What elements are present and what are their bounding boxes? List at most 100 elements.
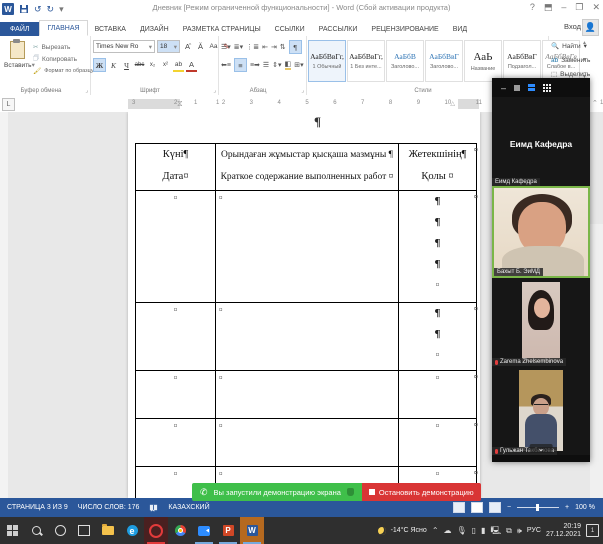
increase-indent-button[interactable]: ⇥ — [271, 43, 277, 51]
file-explorer-button[interactable] — [96, 517, 120, 544]
sort-button[interactable]: ⇅ — [280, 43, 286, 51]
tab-selector[interactable]: L — [2, 98, 15, 111]
format-painter-button[interactable]: 🖌Формат по образцу — [33, 65, 94, 77]
read-mode-button[interactable] — [453, 502, 465, 513]
weather-text[interactable]: -14°C Ясно — [391, 527, 427, 534]
header-cell-content[interactable]: Орындаған жұмыстар қысқаша мазмұны ¶ Кра… — [216, 144, 399, 191]
italic-button[interactable]: К — [108, 59, 119, 71]
zoom-app-button[interactable] — [192, 517, 216, 544]
onedrive-icon[interactable]: ☁ — [444, 526, 452, 536]
zoom-out-button[interactable]: − — [507, 504, 511, 511]
scroll-up-arrow[interactable]: ⌃ — [592, 99, 598, 107]
header-cell-date[interactable]: Күні¶ Дата¤ — [136, 144, 216, 191]
cell-signature[interactable]: ¤ — [399, 419, 477, 467]
superscript-button[interactable]: x² — [160, 59, 171, 71]
clock[interactable]: 20:1927.12.2021 — [546, 523, 581, 539]
page-indicator[interactable]: СТРАНИЦА 3 ИЗ 9 — [7, 504, 68, 511]
tab-page-layout[interactable]: РАЗМЕТКА СТРАНИЦЫ — [176, 22, 268, 36]
tab-references[interactable]: ССЫЛКИ — [268, 22, 312, 36]
language-switcher[interactable]: РУС — [527, 527, 541, 534]
zoom-percentage[interactable]: 100 % — [575, 504, 595, 511]
account-avatar[interactable]: 👤 — [582, 19, 599, 36]
volume-icon[interactable]: 🕪 — [517, 526, 522, 536]
speaker-view-icon[interactable] — [528, 84, 535, 91]
highlight-button[interactable]: ab — [173, 58, 184, 72]
copy-button[interactable]: 🗇Копировать — [33, 53, 94, 65]
phone-icon[interactable]: ▯ — [472, 526, 476, 536]
align-right-button[interactable]: ≡➡ — [250, 61, 260, 69]
close-button[interactable]: ✕ — [592, 2, 600, 13]
more-participants-chevron[interactable]: ⌄ — [530, 444, 553, 453]
participant-tile[interactable]: Гульжан Такбанова ⌄ — [492, 366, 590, 455]
align-center-button[interactable]: ≡ — [234, 58, 247, 72]
grow-font-button[interactable]: А̂ — [182, 41, 193, 53]
restore-button[interactable]: ❐ — [575, 2, 583, 13]
help-button[interactable]: ? — [530, 2, 535, 13]
zoom-stop-video-icon[interactable] — [514, 85, 520, 91]
find-button[interactable]: 🔍Найти ▾ — [551, 39, 590, 53]
subscript-button[interactable]: x₂ — [147, 59, 158, 71]
web-layout-button[interactable] — [489, 502, 501, 513]
opera-button[interactable] — [144, 517, 168, 544]
chrome-button[interactable] — [168, 517, 192, 544]
zoom-slider[interactable] — [517, 507, 559, 508]
battery-icon[interactable]: ▮ — [481, 526, 485, 536]
tab-home[interactable]: ГЛАВНАЯ — [39, 20, 87, 36]
shading-button[interactable]: ◧ — [285, 60, 292, 70]
tab-mailings[interactable]: РАССЫЛКИ — [312, 22, 365, 36]
tab-review[interactable]: РЕЦЕНЗИРОВАНИЕ — [364, 22, 445, 36]
word-button[interactable]: W — [240, 517, 264, 544]
ribbon-display-options-button[interactable]: ⬒ — [544, 2, 553, 13]
language-indicator[interactable]: КАЗАХСКИЙ — [168, 504, 209, 511]
taskbar-search-button[interactable] — [24, 517, 48, 544]
start-button[interactable] — [0, 517, 24, 544]
minimize-button[interactable]: – — [561, 2, 566, 13]
cell-date[interactable]: ¤ — [136, 191, 216, 303]
font-color-button[interactable]: А — [186, 58, 197, 72]
action-center-icon[interactable]: 1 — [586, 524, 599, 537]
wifi-icon[interactable]: ⧉ — [506, 526, 512, 536]
cortana-button[interactable] — [48, 517, 72, 544]
vertical-scrollbar[interactable] — [590, 224, 603, 498]
participant-tile[interactable]: Zarema Zhelsembinova — [492, 278, 590, 366]
clipboard-dialog-launcher[interactable]: ⌟ — [85, 87, 88, 94]
right-indent-marker-icon[interactable]: △ — [450, 100, 455, 107]
bullets-button[interactable]: ☰▾ — [221, 43, 231, 51]
sign-in-link[interactable]: Вход — [564, 22, 581, 31]
tab-file[interactable]: ФАЙЛ — [0, 22, 39, 36]
bold-button[interactable]: Ж — [93, 58, 106, 72]
cell-content[interactable]: ¤ — [216, 419, 399, 467]
shrink-font-button[interactable]: А̌ — [195, 41, 206, 53]
cell-content[interactable]: ¤ — [216, 303, 399, 371]
cell-signature[interactable]: ¤ — [399, 371, 477, 419]
gallery-view-icon[interactable] — [543, 84, 551, 92]
header-cell-signature[interactable]: Жетекшінің¶ Қолы ¤ — [399, 144, 477, 191]
horizontal-ruler[interactable]: 3 2 1 1 2 3 4 5 6 7 8 9 10 11 12 13 14 1… — [128, 99, 479, 109]
edge-button[interactable]: e — [120, 517, 144, 544]
cell-date[interactable]: ¤ — [136, 371, 216, 419]
borders-button[interactable]: ⊞▾ — [294, 61, 303, 69]
paste-button[interactable]: Вставить▾ — [4, 39, 30, 89]
participant-tile-room[interactable]: Еимд Кафедра Еимд Кафедра — [492, 97, 590, 186]
ethernet-icon[interactable]: 🖳 — [490, 526, 501, 536]
microphone-icon[interactable]: 🎙 — [457, 526, 467, 536]
decrease-indent-button[interactable]: ⇤ — [262, 43, 268, 51]
style-heading1[interactable]: АаБбВЗаголово... — [386, 40, 424, 82]
zoom-in-button[interactable]: + — [565, 504, 569, 511]
powerpoint-button[interactable]: P — [216, 517, 240, 544]
underline-button[interactable]: Ч — [121, 59, 132, 71]
justify-button[interactable]: ☰ — [263, 61, 269, 69]
font-size-combo[interactable]: 18▾ — [157, 40, 180, 53]
tab-insert[interactable]: ВСТАВКА — [88, 22, 133, 36]
style-subtitle[interactable]: АаБбВвГПодзагол... — [503, 40, 541, 82]
proofing-icon[interactable] — [149, 503, 158, 512]
show-marks-button[interactable]: ¶ — [289, 40, 302, 54]
cut-button[interactable]: ✂Вырезать — [33, 41, 94, 53]
cell-date[interactable]: ¤ — [136, 303, 216, 371]
cell-signature[interactable]: ¶ ¶ ¤ — [399, 303, 477, 371]
numbering-button[interactable]: ≣▾ — [234, 43, 243, 51]
strikethrough-button[interactable]: abc — [134, 59, 145, 71]
word-count[interactable]: ЧИСЛО СЛОВ: 176 — [78, 504, 140, 511]
style-title[interactable]: АаЬНазвание — [464, 40, 502, 82]
weather-moon-icon[interactable] — [378, 527, 386, 535]
